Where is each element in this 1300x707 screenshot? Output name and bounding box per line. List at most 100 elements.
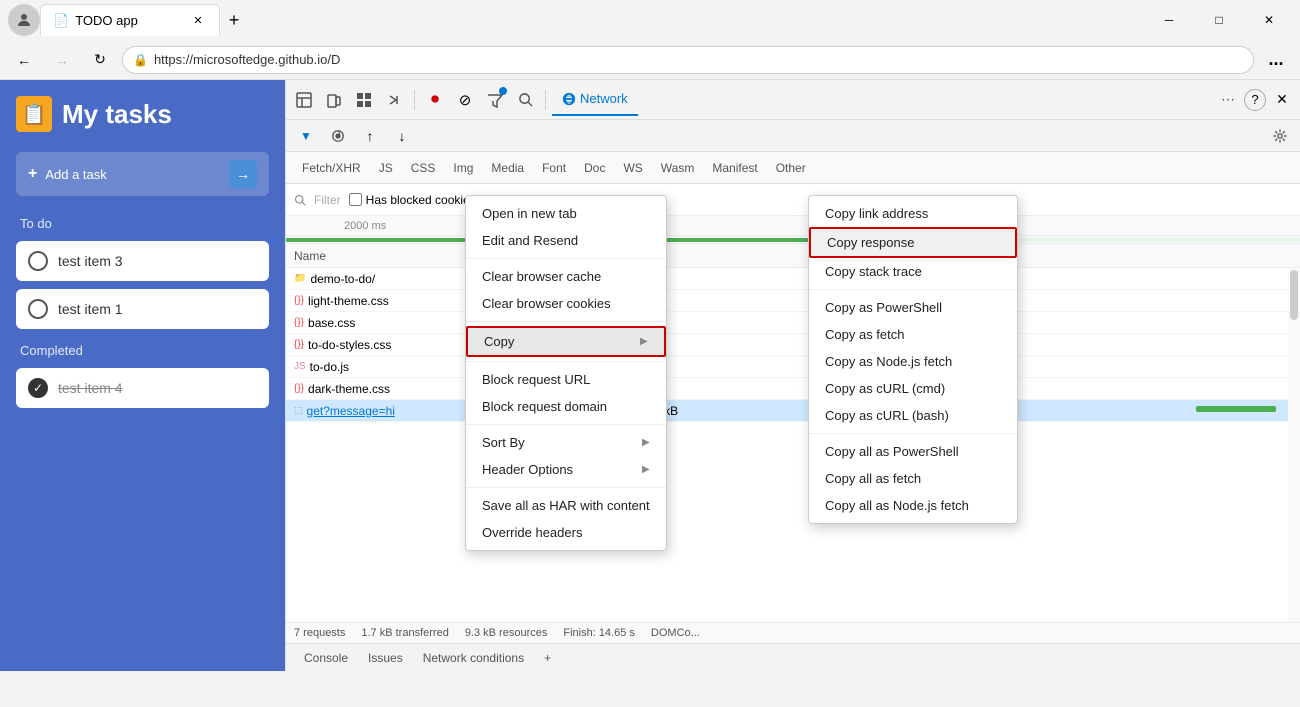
- add-console-tab-button[interactable]: +: [534, 644, 561, 672]
- browser-tab[interactable]: 📄 TODO app ✕: [40, 4, 220, 36]
- title-bar-left: [8, 4, 40, 36]
- tab-media[interactable]: Media: [483, 154, 532, 182]
- ctx-header-options[interactable]: Header Options ▶: [466, 456, 666, 483]
- network-table[interactable]: 📁 demo-to-do/ {}} light-theme.css {}}: [286, 268, 1300, 622]
- timeline-label-1: 2000 ms: [344, 220, 386, 232]
- ctx-copy-all-nodejs-fetch[interactable]: Copy all as Node.js fetch: [809, 492, 1017, 519]
- ctx-open-new-tab[interactable]: Open in new tab: [466, 200, 666, 227]
- add-task-button[interactable]: + Add a task →: [16, 152, 269, 196]
- ctx-edit-resend[interactable]: Edit and Resend: [466, 227, 666, 254]
- ctx-block-url[interactable]: Block request URL: [466, 366, 666, 393]
- ctx-copy-fetch[interactable]: Copy as fetch: [809, 321, 1017, 348]
- tab-manifest[interactable]: Manifest: [704, 154, 765, 182]
- sources-button[interactable]: [380, 86, 408, 114]
- todo-icon: 📋: [16, 96, 52, 132]
- add-task-label: Add a task: [45, 167, 106, 182]
- tab-fetch-xhr[interactable]: Fetch/XHR: [294, 154, 369, 182]
- more-devtools-button[interactable]: ⋯: [1214, 86, 1242, 114]
- download-har-button[interactable]: ↓: [388, 122, 416, 150]
- tab-css[interactable]: CSS: [403, 154, 444, 182]
- row-name-6: {}} dark-theme.css: [294, 382, 494, 396]
- scrollbar-thumb[interactable]: [1290, 270, 1298, 320]
- ctx-copy-nodejs-fetch[interactable]: Copy as Node.js fetch: [809, 348, 1017, 375]
- network-settings-button[interactable]: [1266, 122, 1294, 150]
- tab-font[interactable]: Font: [534, 154, 574, 182]
- devtools-toolbar: ⏺ ⊘ Network ⋯ ? ✕: [286, 80, 1300, 120]
- ctx-clear-cookies[interactable]: Clear browser cookies: [466, 290, 666, 317]
- more-button[interactable]: ...: [1260, 44, 1292, 76]
- maximize-button[interactable]: □: [1196, 4, 1242, 36]
- close-devtools-button[interactable]: ✕: [1268, 86, 1296, 114]
- task-checkbox-done[interactable]: ✓: [28, 378, 48, 398]
- minimize-button[interactable]: ─: [1146, 4, 1192, 36]
- network-row[interactable]: {}} base.css: [286, 312, 1300, 334]
- ctx-copy-response[interactable]: Copy response: [809, 227, 1017, 258]
- task-checkbox-2[interactable]: [28, 299, 48, 319]
- task-item[interactable]: test item 3: [16, 241, 269, 281]
- ctx-copy-all-fetch[interactable]: Copy all as fetch: [809, 465, 1017, 492]
- network-tab-button[interactable]: Network: [552, 84, 638, 116]
- refresh-button[interactable]: ↻: [84, 44, 116, 76]
- upload-har-button[interactable]: ↑: [356, 122, 384, 150]
- task-checkbox-1[interactable]: [28, 251, 48, 271]
- ctx-header-arrow: ▶: [642, 464, 650, 475]
- row-name-4: {}} to-do-styles.css: [294, 338, 494, 352]
- add-task-arrow[interactable]: →: [229, 160, 257, 188]
- ctx-separator-2: [466, 321, 666, 322]
- device-toolbar-button[interactable]: [320, 86, 348, 114]
- row-name-1: 📁 demo-to-do/: [294, 272, 494, 286]
- new-tab-button[interactable]: +: [220, 6, 248, 34]
- ctx-override-headers[interactable]: Override headers: [466, 519, 666, 546]
- filter-button[interactable]: [481, 86, 509, 114]
- ctx-block-domain[interactable]: Block request domain: [466, 393, 666, 420]
- ctx-copy-stack-trace[interactable]: Copy stack trace: [809, 258, 1017, 285]
- ctx-save-har[interactable]: Save all as HAR with content: [466, 492, 666, 519]
- status-domcontent: DOMCo...: [651, 627, 700, 639]
- tab-js[interactable]: JS: [371, 154, 401, 182]
- todo-header: 📋 My tasks: [16, 96, 269, 132]
- has-blocked-cookies-filter[interactable]: Has blocked cookies: [349, 193, 476, 207]
- back-button[interactable]: ←: [8, 44, 40, 76]
- ctx-copy-powershell[interactable]: Copy as PowerShell: [809, 294, 1017, 321]
- ctx-sort-by[interactable]: Sort By ▶: [466, 429, 666, 456]
- task-label-1: test item 3: [58, 253, 123, 269]
- ctx-sort-arrow: ▶: [642, 437, 650, 448]
- inspect-element-button[interactable]: [290, 86, 318, 114]
- scrollbar-track[interactable]: [1288, 268, 1300, 622]
- forward-button[interactable]: →: [46, 44, 78, 76]
- ctx-copy-all-powershell[interactable]: Copy all as PowerShell: [809, 438, 1017, 465]
- task-item-done[interactable]: ✓ test item 4: [16, 368, 269, 408]
- record-button[interactable]: ⏺: [421, 86, 449, 114]
- issues-tab[interactable]: Issues: [358, 644, 413, 672]
- tab-img[interactable]: Img: [445, 154, 481, 182]
- ctx-copy[interactable]: Copy ▶: [466, 326, 666, 357]
- clear-log-button[interactable]: ⊘: [451, 86, 479, 114]
- network-row[interactable]: {}} dark-theme.css: [286, 378, 1300, 400]
- task-item[interactable]: test item 1: [16, 289, 269, 329]
- tab-wasm[interactable]: Wasm: [653, 154, 703, 182]
- network-row[interactable]: {}} light-theme.css: [286, 290, 1300, 312]
- tab-close-button[interactable]: ✕: [189, 12, 207, 30]
- ctx-copy-curl-bash[interactable]: Copy as cURL (bash): [809, 402, 1017, 429]
- console-tab[interactable]: Console: [294, 644, 358, 672]
- help-button[interactable]: ?: [1244, 89, 1266, 111]
- ctx-clear-cache[interactable]: Clear browser cache: [466, 263, 666, 290]
- devtools-filter-tabs: Fetch/XHR JS CSS Img Media Font Doc WS W…: [286, 152, 1300, 184]
- tab-other[interactable]: Other: [768, 154, 814, 182]
- url-box[interactable]: 🔒 https://microsoftedge.github.io/D: [122, 46, 1254, 74]
- fetch-xhr-button[interactable]: [324, 122, 352, 150]
- network-row-selected[interactable]: ⬚ get?message=hi 200 fetch VM506:6 1.0 k…: [286, 400, 1300, 422]
- ctx-copy-link-address[interactable]: Copy link address: [809, 200, 1017, 227]
- network-row[interactable]: {}} to-do-styles.css: [286, 334, 1300, 356]
- close-button[interactable]: ✕: [1246, 4, 1292, 36]
- tab-ws[interactable]: WS: [615, 154, 650, 182]
- preserve-log-button[interactable]: ▼: [292, 122, 320, 150]
- ctx-copy-curl-cmd[interactable]: Copy as cURL (cmd): [809, 375, 1017, 402]
- tab-doc[interactable]: Doc: [576, 154, 613, 182]
- profile-icon[interactable]: [8, 4, 40, 36]
- network-row[interactable]: 📁 demo-to-do/: [286, 268, 1300, 290]
- network-conditions-tab[interactable]: Network conditions: [413, 644, 534, 672]
- elements-button[interactable]: [350, 86, 378, 114]
- search-button[interactable]: [511, 86, 539, 114]
- network-row[interactable]: JS to-do.js: [286, 356, 1300, 378]
